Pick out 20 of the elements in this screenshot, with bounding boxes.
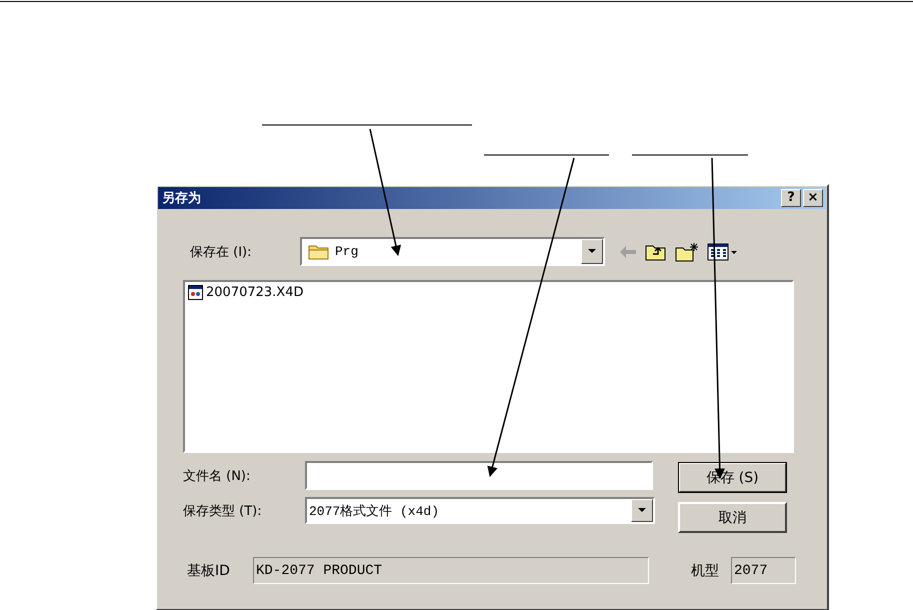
- help-button[interactable]: ?: [781, 189, 801, 207]
- cancel-button[interactable]: 取消: [678, 502, 787, 533]
- file-icon: [188, 285, 203, 300]
- field-label: 保存类型 (T):: [183, 502, 263, 520]
- field-label: 基板ID: [187, 562, 231, 580]
- file-type-dropdown[interactable]: 2077格式文件 (x4d): [305, 497, 655, 524]
- field-label: 保存在 (I):: [190, 244, 252, 260]
- folder-icon: [308, 243, 330, 260]
- up-folder-icon[interactable]: [645, 242, 667, 260]
- board-id-field: KD-2077 PRODUCT: [253, 557, 649, 584]
- new-folder-icon[interactable]: [675, 242, 699, 262]
- window-title: 另存为: [162, 190, 201, 207]
- file-name-field[interactable]: [305, 461, 653, 490]
- view-menu-icon[interactable]: [707, 242, 739, 260]
- folder-dropdown[interactable]: Prg: [300, 237, 605, 266]
- file-item[interactable]: 20070723.X4D: [188, 285, 304, 300]
- field-label: 机型: [691, 562, 719, 580]
- field-label: 文件名 (N):: [183, 468, 252, 484]
- close-button[interactable]: ×: [803, 189, 823, 207]
- model-field: 2077: [731, 557, 796, 584]
